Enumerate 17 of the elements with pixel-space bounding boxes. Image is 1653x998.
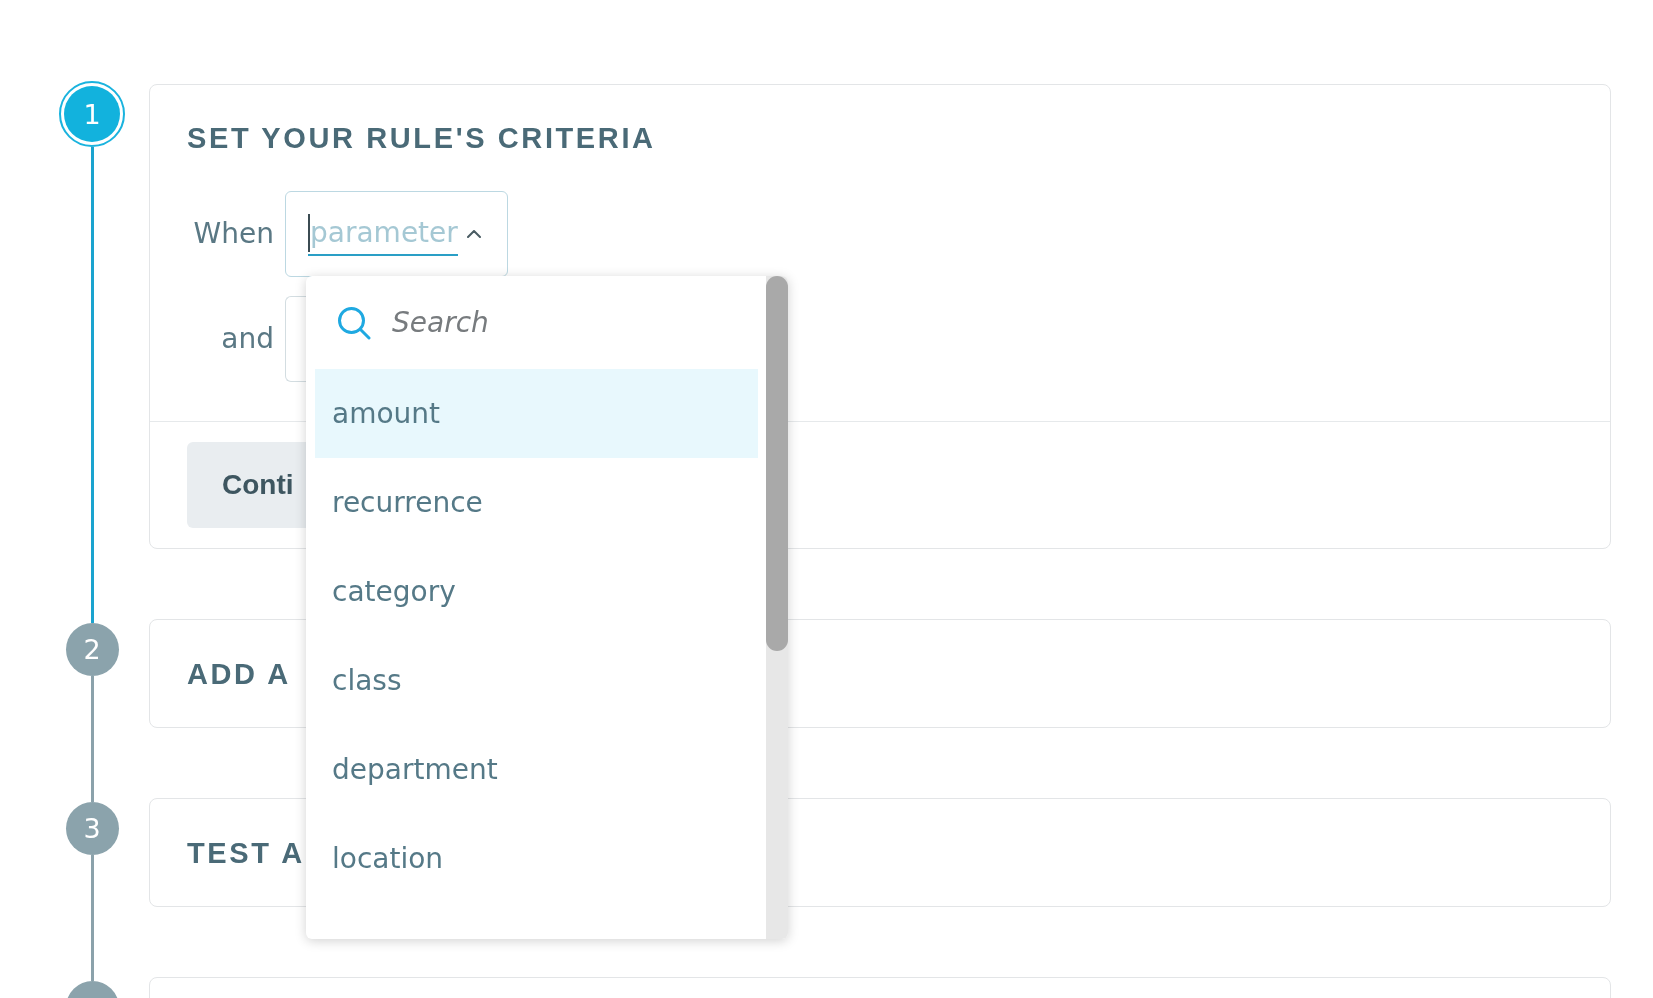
step-number: 2 — [65, 623, 119, 676]
text-cursor-icon — [308, 214, 310, 252]
select-input[interactable]: parameter — [310, 212, 458, 254]
criterion-label: and — [220, 322, 274, 356]
step-title: TEST A — [187, 836, 305, 869]
select-field[interactable] — [285, 296, 306, 382]
continue-button[interactable]: Conti — [187, 442, 306, 528]
scrollbar-thumb[interactable] — [766, 276, 788, 651]
search-field[interactable]: Search — [392, 300, 732, 345]
criterion-label: When — [192, 217, 274, 251]
step-title: SET YOUR RULE'S CRITERIA — [187, 122, 656, 154]
search-icon — [337, 305, 371, 340]
step-number: 3 — [65, 802, 119, 855]
dropdown-option[interactable]: amount — [315, 369, 758, 458]
step-title: ADD A — [187, 657, 291, 690]
step-number: 1 — [59, 81, 125, 147]
select-field[interactable]: parameter — [285, 191, 508, 277]
